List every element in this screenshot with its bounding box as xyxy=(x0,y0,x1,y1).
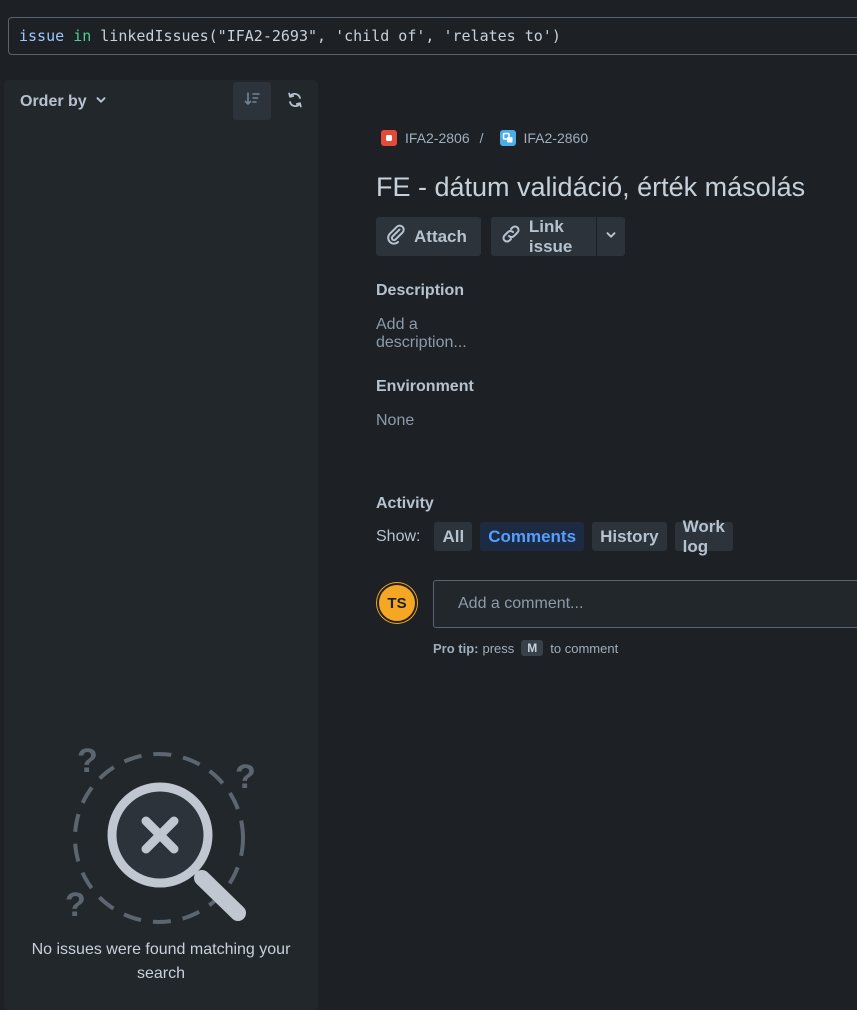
add-comment-input[interactable]: Add a comment... xyxy=(433,580,857,628)
link-icon xyxy=(499,222,523,251)
pro-tip-prefix: Pro tip: xyxy=(433,640,479,656)
sort-direction-button[interactable] xyxy=(233,82,271,120)
svg-text:?: ? xyxy=(77,742,98,780)
order-by-label: Order by xyxy=(20,93,87,110)
attach-button[interactable]: Attach xyxy=(376,217,481,256)
refresh-icon xyxy=(286,91,304,114)
issue-title[interactable]: FE - dátum validáció, érték másolás xyxy=(376,172,805,203)
breadcrumb: IFA2-2806 / IFA2-2860 xyxy=(381,130,588,146)
environment-label: Environment xyxy=(376,378,474,395)
breadcrumb-separator: / xyxy=(479,130,484,146)
show-label: Show: xyxy=(376,527,421,545)
avatar[interactable]: TS xyxy=(377,583,417,623)
no-results-illustration: ? ? ? xyxy=(59,740,259,930)
activity-filter-row: Show: All Comments History Work log xyxy=(376,517,733,556)
jql-token-field: issue xyxy=(19,27,65,45)
empty-state-message: No issues were found matching your searc… xyxy=(31,941,291,982)
breadcrumb-issue-link[interactable]: IFA2-2860 xyxy=(524,130,589,146)
filter-history-button[interactable]: History xyxy=(592,522,667,551)
link-issue-button[interactable]: Link issue xyxy=(490,216,597,256)
link-issue-split-button: Link issue xyxy=(490,216,626,256)
pro-tip-suffix: to comment xyxy=(550,640,619,656)
description-field[interactable]: Add a description... xyxy=(376,316,467,352)
keyboard-shortcut-key: M xyxy=(521,640,544,656)
link-issue-label: Link issue xyxy=(528,216,573,256)
jql-token-space xyxy=(64,27,73,45)
jql-token-function: linkedIssues("IFA2-2693", 'child of', 'r… xyxy=(91,27,561,45)
filter-worklog-button[interactable]: Work log xyxy=(674,517,733,556)
subtask-type-icon xyxy=(499,130,516,146)
parent-issue-type-icon xyxy=(381,130,397,146)
paperclip-icon xyxy=(384,222,408,251)
jql-query-input[interactable]: issue in linkedIssues("IFA2-2693", 'chil… xyxy=(8,17,857,55)
pro-tip: Pro tip: press M to comment xyxy=(433,640,618,656)
filter-comments-button[interactable]: Comments xyxy=(480,522,585,551)
description-label: Description xyxy=(376,282,465,299)
environment-field[interactable]: None xyxy=(376,412,414,430)
breadcrumb-parent-link[interactable]: IFA2-2806 xyxy=(405,130,470,146)
svg-text:?: ? xyxy=(65,886,86,924)
refresh-button[interactable] xyxy=(283,90,307,114)
jql-token-keyword: in xyxy=(73,27,92,45)
sort-descending-icon xyxy=(243,90,261,113)
pro-tip-press: press xyxy=(482,640,515,656)
filter-all-button[interactable]: All xyxy=(434,522,473,551)
more-actions-dropdown[interactable] xyxy=(596,217,626,256)
order-by-button[interactable]: Order by xyxy=(20,92,107,112)
issue-action-toolbar: Attach Link issue xyxy=(376,216,626,256)
chevron-down-icon xyxy=(605,228,617,246)
svg-text:?: ? xyxy=(235,758,256,796)
attach-label: Attach xyxy=(414,226,467,246)
activity-label: Activity xyxy=(376,495,434,512)
chevron-down-icon xyxy=(95,93,107,111)
issue-list-panel: Order by ? ? ? No issues were found matc… xyxy=(4,80,318,1010)
